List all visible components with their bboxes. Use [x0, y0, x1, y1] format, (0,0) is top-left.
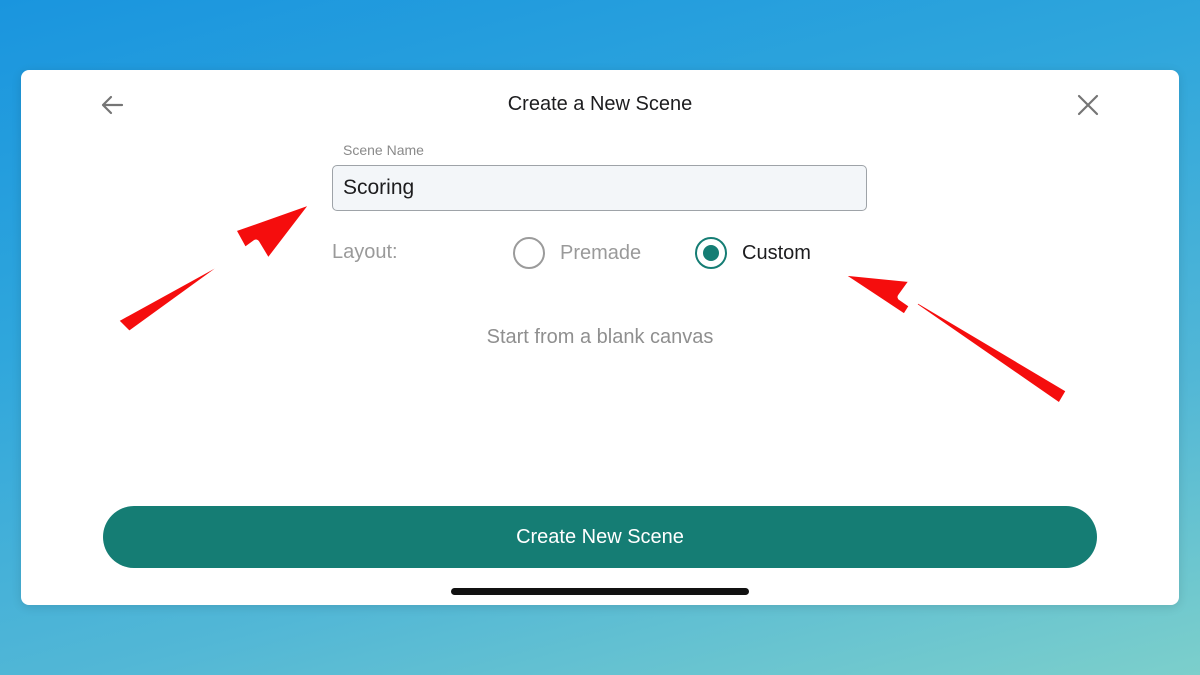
layout-option-label: Custom [742, 241, 811, 264]
layout-option-premade[interactable]: Premade [513, 237, 641, 269]
home-indicator [451, 588, 749, 595]
close-button[interactable] [1073, 90, 1103, 120]
scene-name-input[interactable] [332, 165, 867, 211]
scene-name-label: Scene Name [343, 142, 424, 158]
radio-selected-icon[interactable] [695, 237, 727, 269]
layout-option-label: Premade [560, 241, 642, 264]
radio-dot [703, 245, 719, 261]
layout-description: Start from a blank canvas [486, 326, 714, 348]
create-new-scene-button[interactable]: Create New Scene [103, 506, 1097, 568]
layout-label: Layout: [332, 241, 398, 263]
close-icon [1077, 94, 1099, 116]
layout-option-custom[interactable]: Custom [695, 237, 811, 269]
create-scene-dialog: Create a New Scene Scene Name Layout: Pr… [21, 70, 1179, 605]
dialog-title: Create a New Scene [507, 93, 693, 115]
radio-unselected-icon[interactable] [513, 237, 545, 269]
